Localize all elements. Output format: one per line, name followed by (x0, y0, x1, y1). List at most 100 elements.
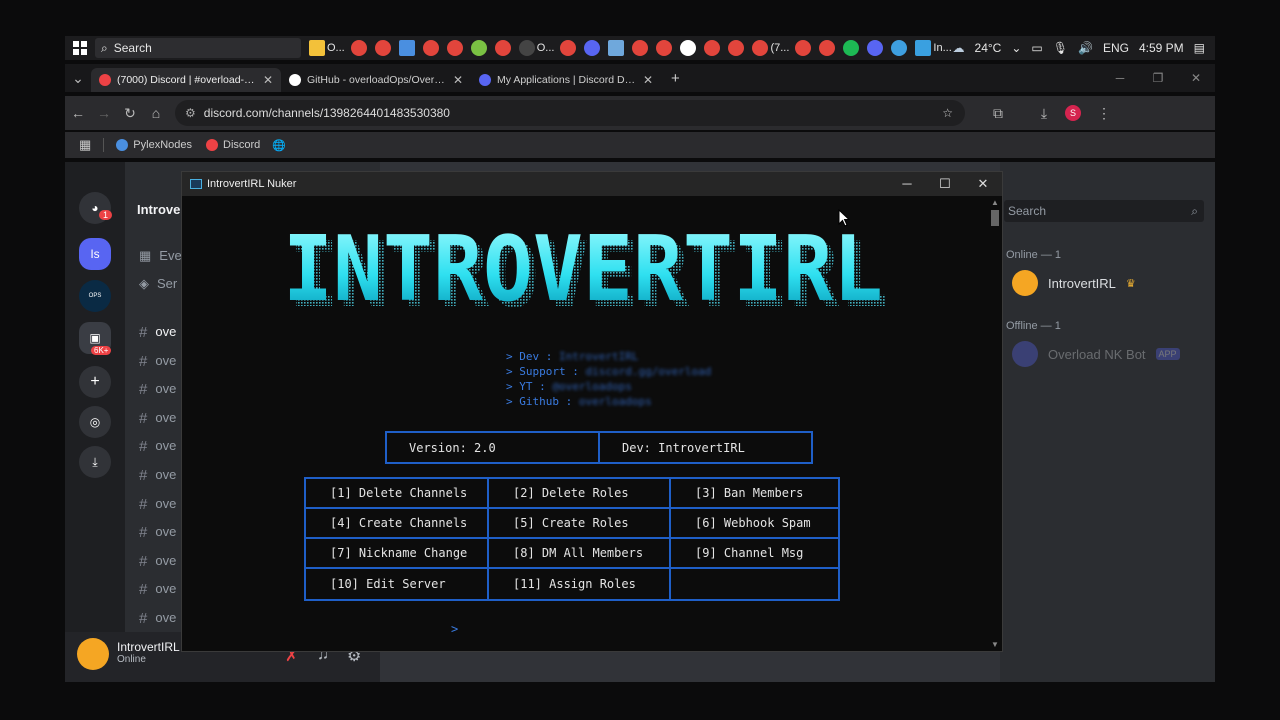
download-icon[interactable]: ⤓ (1031, 105, 1057, 122)
menu-option[interactable]: [2] Delete Roles (489, 479, 671, 509)
taskbar-app[interactable] (728, 40, 746, 56)
minimize-icon[interactable]: ─ (888, 176, 926, 192)
menu-option[interactable]: [10] Edit Server (306, 569, 489, 599)
network-icon[interactable]: ▭ (1031, 41, 1042, 55)
taskbar-app[interactable] (867, 40, 885, 56)
channel-item[interactable]: # ove (139, 467, 176, 484)
menu-option[interactable]: [4] Create Channels (306, 509, 489, 539)
channel-item[interactable]: # ove (139, 610, 176, 627)
weather-temp[interactable]: 24°C (975, 41, 1002, 55)
taskbar-app[interactable] (819, 40, 837, 56)
channel-item[interactable]: # ove (139, 438, 176, 455)
bookmark-star-icon[interactable]: ☆ (942, 106, 953, 120)
taskbar-app[interactable] (374, 40, 393, 56)
avatar[interactable] (77, 638, 109, 670)
nuker-title-bar[interactable]: IntrovertIRL Nuker ─ ☐ ✕ (182, 172, 1002, 196)
browser-tab[interactable]: My Applications | Discord Deve ✕ (471, 68, 661, 92)
server-icon-overload[interactable]: OPS (79, 280, 111, 312)
tab-close-icon[interactable]: ✕ (643, 73, 653, 87)
taskbar-app[interactable]: O... (309, 40, 345, 56)
forward-icon[interactable]: → (91, 105, 117, 121)
taskbar-app[interactable]: In... (915, 40, 952, 56)
menu-option[interactable]: [11] Assign Roles (489, 569, 671, 599)
extensions-icon[interactable]: ⧉ (985, 105, 1011, 122)
taskbar-app[interactable] (843, 40, 861, 56)
nav-item-server-guide[interactable]: ◈ Ser (139, 276, 177, 292)
member-item[interactable]: IntrovertIRL ♛ (1012, 270, 1136, 296)
address-bar[interactable]: ⚙ discord.com/channels/13982644014835303… (175, 100, 965, 126)
menu-icon[interactable]: ⋮ (1091, 105, 1117, 122)
home-icon[interactable]: ⌂ (143, 105, 169, 121)
close-icon[interactable]: ✕ (964, 176, 1002, 192)
new-tab-button[interactable]: + (671, 70, 680, 87)
chevron-up-icon[interactable]: ⌄ (1011, 41, 1021, 55)
taskbar-app[interactable] (656, 40, 674, 56)
channel-item[interactable]: # ove (139, 381, 176, 398)
channel-item[interactable]: # ove (139, 553, 176, 570)
browser-tab[interactable]: (7000) Discord | #overload-ops ✕ (91, 68, 281, 92)
site-info-icon[interactable]: ⚙ (185, 106, 196, 120)
taskbar-app[interactable] (891, 40, 909, 56)
browser-tab[interactable]: GitHub - overloadOps/Overload ✕ (281, 68, 471, 92)
menu-option[interactable]: [8] DM All Members (489, 539, 671, 569)
speaker-icon[interactable]: 🔊 (1078, 41, 1093, 55)
menu-option[interactable]: [6] Webhook Spam (671, 509, 838, 539)
taskbar-app[interactable] (704, 40, 722, 56)
server-icon-active[interactable]: Is (79, 238, 111, 270)
member-item[interactable]: Overload NK Bot APP (1012, 341, 1180, 367)
channel-item[interactable]: # ove (139, 324, 176, 341)
channel-item[interactable]: # ove (139, 496, 176, 513)
explore-icon[interactable]: ◎ (79, 406, 111, 438)
close-icon[interactable]: ✕ (1177, 71, 1215, 85)
reload-icon[interactable]: ↻ (117, 105, 143, 122)
menu-option[interactable]: [9] Channel Msg (671, 539, 838, 569)
download-apps-icon[interactable]: ⤓ (79, 446, 111, 478)
profile-avatar[interactable]: S (1065, 105, 1081, 121)
taskbar-app[interactable] (470, 40, 489, 56)
input-prompt[interactable]: > (451, 622, 458, 636)
menu-option[interactable]: [7] Nickname Change (306, 539, 489, 569)
taskbar-app[interactable] (632, 40, 650, 56)
channel-item[interactable]: # ove (139, 410, 176, 427)
taskbar-search[interactable]: ⌕ Search (95, 38, 301, 58)
channel-item[interactable]: # ove (139, 524, 176, 541)
taskbar-app[interactable] (398, 40, 417, 56)
member-search-input[interactable]: Search ⌕ (1004, 200, 1204, 222)
menu-option[interactable]: [5] Create Roles (489, 509, 671, 539)
nav-item-events[interactable]: ▦ Eve (139, 248, 182, 264)
tab-search-icon[interactable]: ⌄ (65, 70, 91, 87)
restore-icon[interactable]: ❐ (1139, 71, 1177, 85)
channel-item[interactable]: # ove (139, 581, 176, 598)
taskbar-app[interactable] (560, 40, 578, 56)
add-server-icon[interactable]: + (79, 366, 111, 398)
menu-option[interactable]: [1] Delete Channels (306, 479, 489, 509)
taskbar-app[interactable] (350, 40, 369, 56)
taskbar-app[interactable] (494, 40, 513, 56)
scroll-thumb[interactable] (991, 210, 999, 226)
globe-icon[interactable]: 🌐 (272, 139, 286, 152)
channel-item[interactable]: # ove (139, 353, 176, 370)
scroll-down-icon[interactable]: ▼ (991, 640, 999, 649)
windows-start-icon[interactable] (73, 41, 87, 55)
taskbar-app[interactable] (680, 40, 698, 56)
scroll-up-icon[interactable]: ▲ (991, 198, 999, 207)
bookmark-item[interactable]: PylexNodes (116, 139, 192, 151)
tab-close-icon[interactable]: ✕ (263, 73, 273, 87)
scrollbar[interactable]: ▲ ▼ (988, 196, 1002, 651)
taskbar-app[interactable] (795, 40, 813, 56)
microphone-icon[interactable]: 🎙 (1053, 41, 1068, 55)
taskbar-app[interactable] (584, 40, 602, 56)
back-icon[interactable]: ← (65, 105, 91, 121)
clock[interactable]: 4:59 PM (1139, 41, 1184, 55)
taskbar-app[interactable] (422, 40, 441, 56)
taskbar-app[interactable]: (7... (752, 40, 789, 56)
maximize-icon[interactable]: ☐ (926, 176, 964, 192)
server-name[interactable]: Introve (137, 202, 180, 217)
apps-grid-icon[interactable]: ▦ (79, 137, 91, 153)
tab-close-icon[interactable]: ✕ (453, 73, 463, 87)
language-indicator[interactable]: ENG (1103, 41, 1129, 55)
minimize-icon[interactable]: ─ (1101, 71, 1139, 85)
taskbar-app[interactable] (608, 40, 626, 56)
menu-option[interactable]: [3] Ban Members (671, 479, 838, 509)
bookmark-item[interactable]: Discord (206, 139, 260, 151)
